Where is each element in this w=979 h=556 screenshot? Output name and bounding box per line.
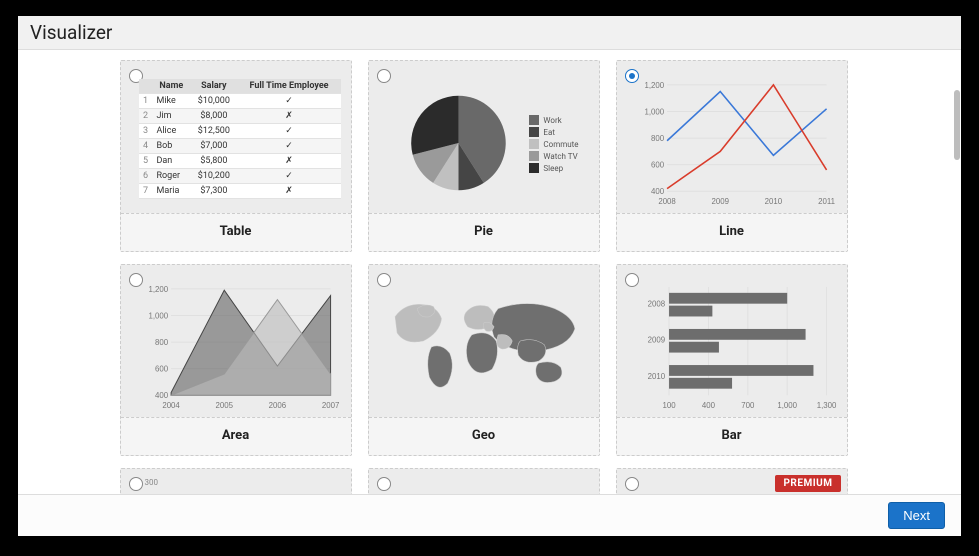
- svg-text:800: 800: [154, 338, 168, 347]
- radio-extra-2[interactable]: [377, 477, 391, 491]
- svg-text:2007: 2007: [321, 401, 338, 410]
- card-bar[interactable]: 100 400 700 1,000 1,300 2008 2009 2010 Bar: [616, 264, 848, 456]
- preview-table: Name Salary Full Time Employee 1Mike$10,…: [139, 79, 341, 207]
- svg-text:1,000: 1,000: [148, 311, 168, 320]
- next-button[interactable]: Next: [888, 502, 945, 529]
- footer-bar: Next: [18, 494, 961, 536]
- svg-text:2006: 2006: [268, 401, 286, 410]
- svg-text:2010: 2010: [647, 372, 665, 381]
- premium-badge: PREMIUM: [775, 475, 840, 492]
- card-geo[interactable]: Geo: [368, 264, 600, 456]
- preview-line: 400 600 800 1,000 1,200 2008 2009 2010 2011: [635, 79, 837, 207]
- card-table[interactable]: Name Salary Full Time Employee 1Mike$10,…: [120, 60, 352, 252]
- svg-text:2009: 2009: [711, 197, 728, 206]
- svg-text:400: 400: [701, 401, 715, 410]
- scrollbar[interactable]: [953, 50, 961, 494]
- card-label-pie: Pie: [369, 213, 599, 251]
- card-label-bar: Bar: [617, 417, 847, 455]
- svg-text:2008: 2008: [647, 300, 665, 309]
- svg-text:2011: 2011: [818, 197, 835, 206]
- line-chart-svg: 400 600 800 1,000 1,200 2008 2009 2010 2011: [635, 79, 837, 207]
- chart-type-picker[interactable]: Name Salary Full Time Employee 1Mike$10,…: [18, 50, 961, 494]
- radio-extra-1[interactable]: [129, 477, 143, 491]
- svg-text:2004: 2004: [162, 401, 180, 410]
- card-extra-3[interactable]: PREMIUM: [616, 468, 848, 494]
- bar-chart-svg: 100 400 700 1,000 1,300 2008 2009 2010: [635, 283, 837, 411]
- card-line[interactable]: 400 600 800 1,000 1,200 2008 2009 2010 2011 Line: [616, 60, 848, 252]
- card-grid: Name Salary Full Time Employee 1Mike$10,…: [120, 60, 860, 494]
- svg-text:600: 600: [650, 161, 664, 170]
- card-extra-2[interactable]: [368, 468, 600, 494]
- area-chart-svg: 400 600 800 1,000 1,200 2004 2005 2006 2007: [139, 283, 341, 411]
- geo-map-svg: [387, 283, 589, 411]
- svg-text:1,200: 1,200: [148, 285, 168, 294]
- window-title: Visualizer: [18, 16, 961, 50]
- card-label-table: Table: [121, 213, 351, 251]
- svg-text:2008: 2008: [658, 197, 676, 206]
- svg-text:1,300: 1,300: [816, 401, 836, 410]
- card-extra-1[interactable]: 300: [120, 468, 352, 494]
- svg-text:800: 800: [650, 134, 664, 143]
- preview-bar: 100 400 700 1,000 1,300 2008 2009 2010: [635, 283, 837, 411]
- svg-text:2010: 2010: [764, 197, 782, 206]
- radio-extra-3[interactable]: [625, 477, 639, 491]
- app-window: Visualizer Name Salary Full Time Employe…: [18, 16, 961, 536]
- svg-text:1,000: 1,000: [777, 401, 797, 410]
- preview-pie: WorkEatCommuteWatch TVSleep: [387, 79, 589, 207]
- svg-text:2009: 2009: [647, 336, 664, 345]
- svg-text:100: 100: [662, 401, 676, 410]
- preview-geo: [387, 283, 589, 411]
- table-preview: Name Salary Full Time Employee 1Mike$10,…: [139, 79, 341, 199]
- svg-text:600: 600: [154, 365, 168, 374]
- svg-text:1,200: 1,200: [644, 81, 664, 90]
- card-label-line: Line: [617, 213, 847, 251]
- pie-legend: WorkEatCommuteWatch TVSleep: [529, 115, 578, 175]
- preview-area: 400 600 800 1,000 1,200 2004 2005 2006 2007: [139, 283, 341, 411]
- svg-text:1,000: 1,000: [644, 107, 664, 116]
- svg-text:400: 400: [154, 391, 168, 400]
- svg-text:400: 400: [650, 187, 664, 196]
- svg-text:700: 700: [741, 401, 755, 410]
- svg-text:2005: 2005: [215, 401, 233, 410]
- card-label-area: Area: [121, 417, 351, 455]
- card-area[interactable]: 400 600 800 1,000 1,200 2004 2005 2006 2007 Area: [120, 264, 352, 456]
- card-label-geo: Geo: [369, 417, 599, 455]
- card-pie[interactable]: WorkEatCommuteWatch TVSleep Pie: [368, 60, 600, 252]
